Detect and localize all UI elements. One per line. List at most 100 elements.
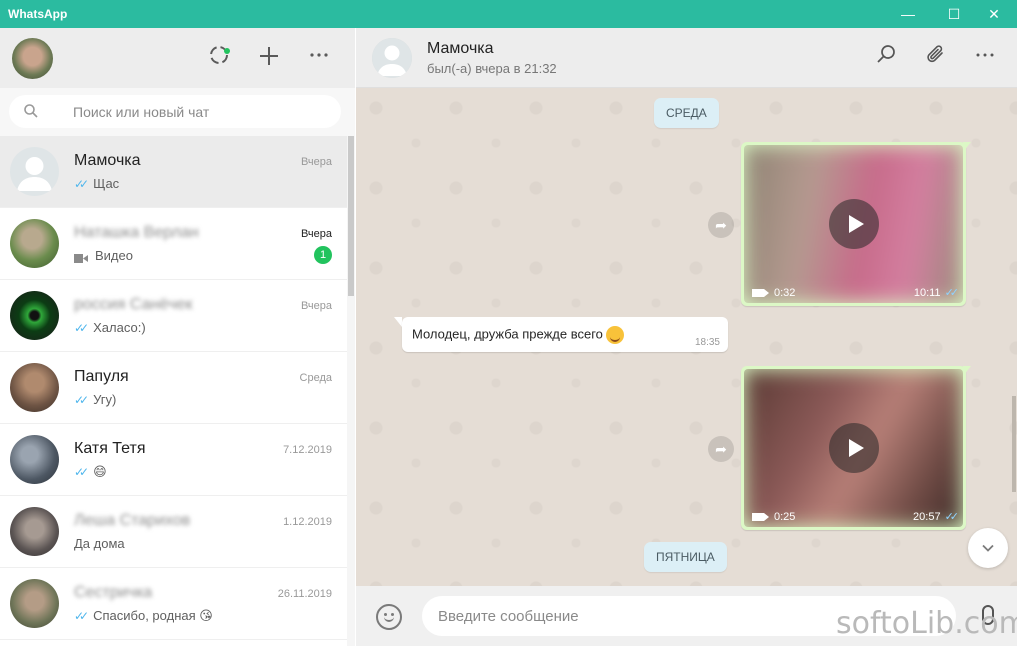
chat-name: Мамочка: [74, 152, 141, 169]
incoming-message[interactable]: Молодец, дружба прежде всего 18:35: [402, 317, 728, 352]
double-check-icon: ✓✓: [74, 609, 89, 623]
chat-preview: ✓✓ Халасо:): [74, 320, 146, 335]
search-input[interactable]: [73, 95, 333, 128]
chat-item[interactable]: Наташка Верлан Вчера Видео 1: [0, 208, 347, 280]
video-camera-icon: [752, 289, 769, 297]
default-avatar-icon: [10, 147, 59, 196]
forward-icon[interactable]: ➦: [708, 436, 734, 462]
chat-item[interactable]: россия Санёчек Вчера ✓✓ Халасо:): [0, 280, 347, 352]
chat-name: россия Санёчек: [74, 296, 193, 313]
message-time: 20:57 ✓✓: [913, 511, 960, 523]
contact-name: Мамочка: [427, 40, 494, 57]
chat-preview: Да дома: [74, 536, 125, 551]
double-check-icon: ✓✓: [74, 176, 89, 191]
chat-preview: ✓✓ Угу): [74, 392, 116, 407]
video-message[interactable]: 0:25 20:57 ✓✓: [741, 366, 966, 530]
chat-name: Наташка Верлан: [74, 224, 199, 241]
app-title: WhatsApp: [8, 7, 68, 21]
chat-time: Среда: [299, 372, 332, 384]
message-area: СРЕДА ➦ 0:32 10:11 ✓✓ Молодец, дружба пре…: [356, 88, 1017, 586]
chat-time: 7.12.2019: [283, 444, 332, 456]
kiss-emoji-icon: [605, 326, 624, 344]
chat-time: Вчера: [300, 228, 332, 240]
chat-preview-text: Угу): [93, 392, 117, 407]
chat-item[interactable]: Сестричка 26.11.2019 ✓✓ Спасибо, родная 😘: [0, 568, 347, 640]
contact-avatar: [10, 219, 59, 268]
contact-avatar: [10, 291, 59, 340]
message-time: 10:11 ✓✓: [913, 287, 960, 299]
video-camera-icon: [752, 513, 769, 521]
chat-preview: ✓✓ Щас: [74, 176, 119, 191]
video-thumbnail[interactable]: 0:32 10:11 ✓✓: [744, 145, 963, 303]
profile-avatar[interactable]: [12, 38, 53, 79]
sidebar-header: [0, 28, 355, 88]
double-check-icon: ✓✓: [74, 392, 89, 407]
video-message[interactable]: 0:32 10:11 ✓✓: [741, 142, 966, 306]
message-time: 18:35: [694, 337, 720, 348]
minimize-button[interactable]: —: [885, 0, 931, 28]
chat-item[interactable]: Мамочка Вчера ✓✓ Щас: [0, 136, 347, 208]
bubble-tail: [963, 366, 971, 376]
chat-time: 26.11.2019: [277, 588, 332, 600]
scroll-down-button[interactable]: [968, 528, 1008, 568]
video-duration: 0:25: [752, 511, 795, 523]
conversation-header[interactable]: Мамочка был(-а) вчера в 21:32: [356, 28, 1017, 88]
search-icon: [23, 103, 39, 119]
chat-item[interactable]: Леша Старихов 1.12.2019 Да дома: [0, 496, 347, 568]
play-icon[interactable]: [829, 423, 879, 473]
chat-name: Папуля: [74, 368, 129, 385]
chat-time: Вчера: [300, 300, 332, 312]
chat-time: Вчера: [300, 156, 332, 168]
contact-avatar[interactable]: [372, 38, 412, 78]
menu-icon[interactable]: [971, 44, 999, 72]
scrollbar-thumb[interactable]: [348, 136, 354, 296]
double-check-icon: ✓✓: [944, 287, 960, 299]
new-chat-icon[interactable]: [255, 44, 283, 72]
forward-icon[interactable]: ➦: [708, 212, 734, 238]
close-window-button[interactable]: ✕: [971, 0, 1017, 28]
chat-item[interactable]: Папуля Среда ✓✓ Угу): [0, 352, 347, 424]
chat-preview-text: Спасибо, родная 😘: [93, 608, 213, 623]
search-bar: [0, 88, 355, 136]
menu-icon[interactable]: [305, 44, 333, 72]
contact-avatar: [10, 579, 59, 628]
video-thumbnail[interactable]: 0:25 20:57 ✓✓: [744, 369, 963, 527]
chat-name: Леша Старихов: [74, 512, 191, 529]
chat-name: Сестричка: [74, 584, 153, 601]
chat-list-scrollbar[interactable]: [347, 136, 355, 646]
unread-badge: 1: [314, 246, 332, 264]
double-check-icon: ✓✓: [944, 511, 960, 523]
day-divider: ПЯТНИЦА: [644, 542, 727, 572]
search-box: [9, 95, 341, 128]
chat-preview-text: Да дома: [74, 536, 125, 551]
chat-preview-text: 😄: [93, 464, 107, 479]
contact-avatar: [10, 363, 59, 412]
chat-list: Мамочка Вчера ✓✓ Щас Наташка Верлан Вчера…: [0, 136, 347, 646]
contact-avatar: [10, 507, 59, 556]
video-duration: 0:32: [752, 287, 795, 299]
double-check-icon: ✓✓: [74, 320, 89, 335]
conversation-panel: Мамочка был(-а) вчера в 21:32 СРЕДА ➦ 0:…: [356, 28, 1017, 646]
scrollbar-thumb[interactable]: [1012, 396, 1016, 492]
double-check-icon: ✓✓: [74, 465, 89, 479]
chat-time: 1.12.2019: [283, 516, 332, 528]
messages-scrollbar[interactable]: [1012, 88, 1017, 586]
chat-preview: ✓✓ Спасибо, родная 😘: [74, 608, 213, 624]
video-icon: [74, 251, 88, 263]
search-icon[interactable]: [872, 44, 900, 72]
status-new-dot: [224, 48, 230, 54]
play-icon[interactable]: [829, 199, 879, 249]
bubble-tail: [963, 142, 971, 152]
chat-item[interactable]: Катя Тетя 7.12.2019 ✓✓ 😄: [0, 424, 347, 496]
day-divider: СРЕДА: [654, 98, 719, 128]
chat-preview: Видео: [74, 248, 133, 263]
contact-avatar: [10, 435, 59, 484]
attach-icon[interactable]: [922, 44, 950, 72]
watermark: softoLib.com: [836, 606, 1017, 641]
chat-name: Катя Тетя: [74, 440, 146, 457]
sidebar: Мамочка Вчера ✓✓ Щас Наташка Верлан Вчера…: [0, 28, 355, 646]
emoji-icon[interactable]: [376, 604, 402, 630]
chat-preview-text: Видео: [95, 248, 133, 263]
chat-preview-text: Щас: [93, 176, 120, 191]
title-bar: WhatsApp — ☐ ✕: [0, 0, 1017, 28]
